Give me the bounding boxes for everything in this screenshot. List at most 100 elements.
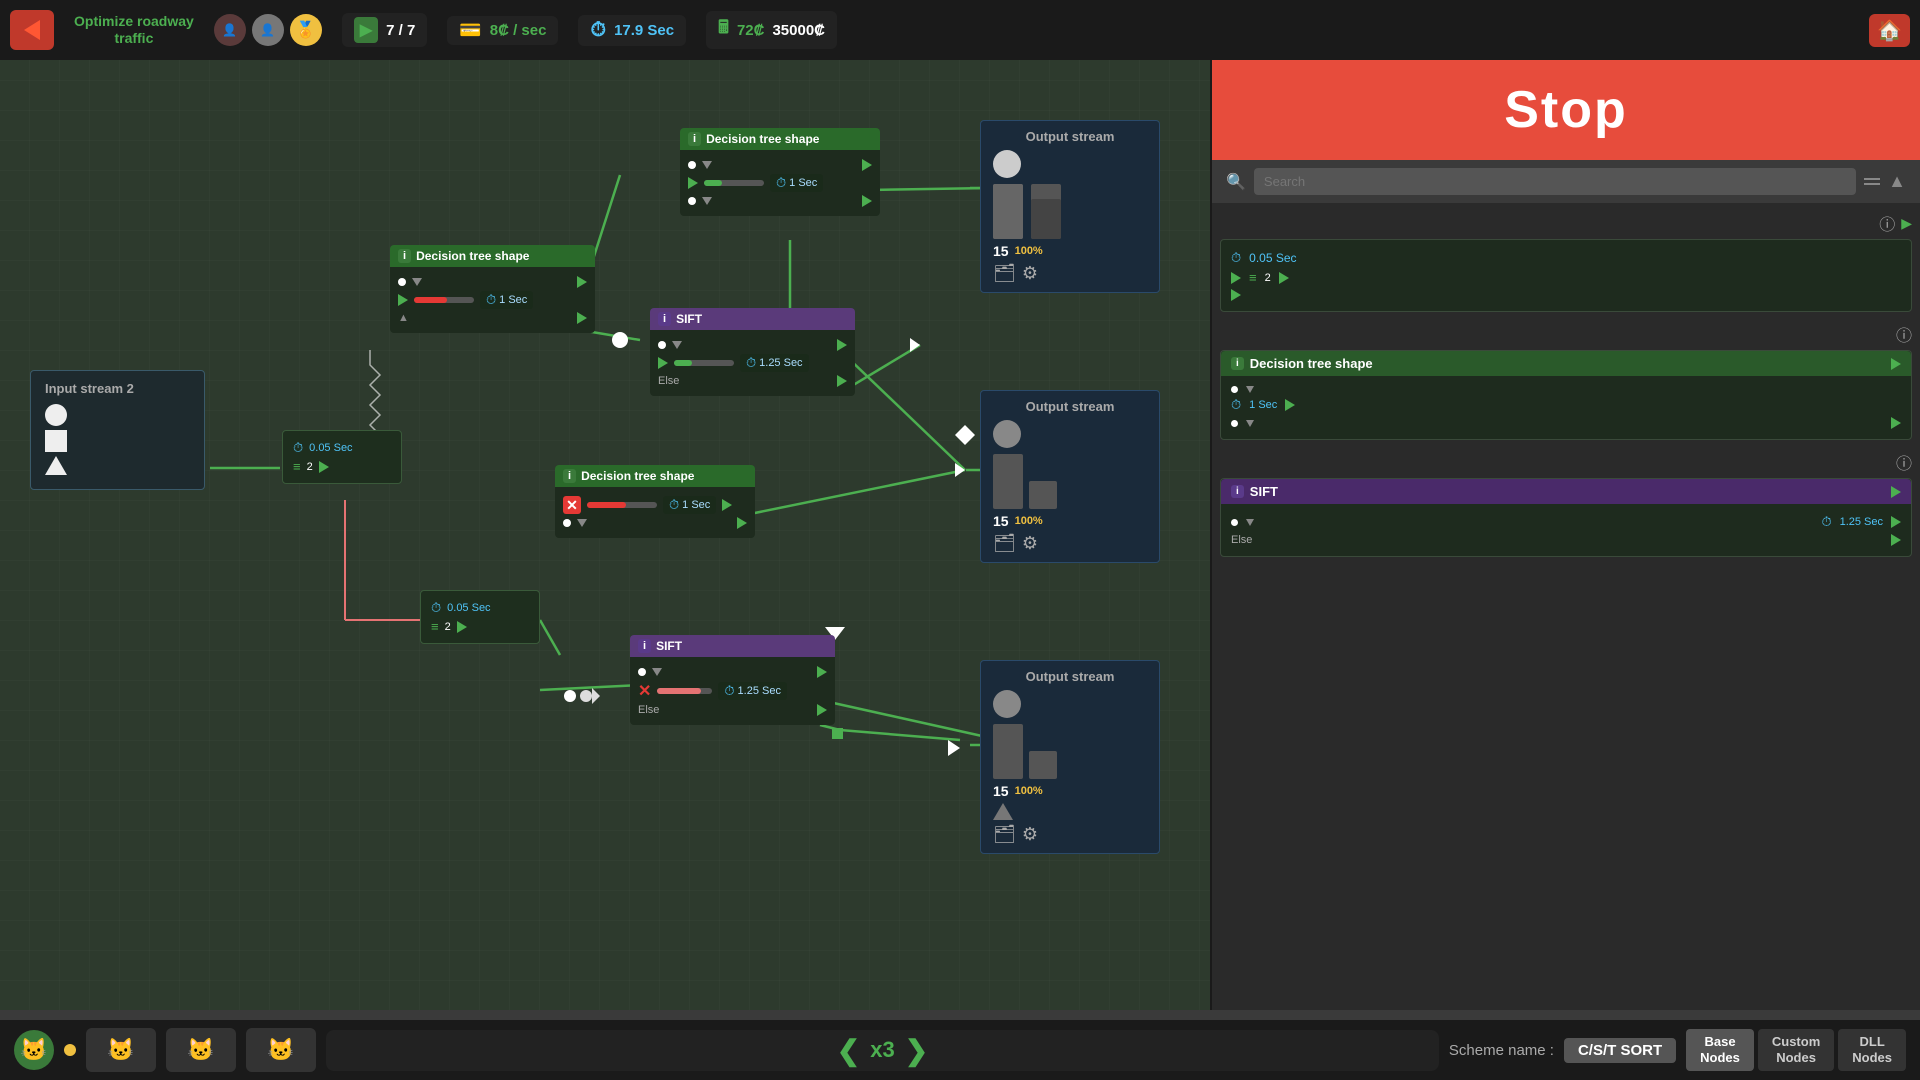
cat-btn-1[interactable]: 🐱 xyxy=(86,1028,156,1072)
panel-card-proc: ⏱ 0.05 Sec ≡ 2 xyxy=(1220,239,1912,312)
timer-icon: ⏱ xyxy=(590,19,606,42)
dt-bot-tri xyxy=(577,519,587,527)
decision-tree-bot[interactable]: i Decision tree shape ✕ ⏱ 1 Sec xyxy=(555,465,755,538)
panel-info-3[interactable]: ⓘ xyxy=(1896,450,1912,474)
out3-label: Output stream xyxy=(993,669,1147,684)
decision-tree-mid[interactable]: i Decision tree shape ⏱ 1 Sec ▲ xyxy=(390,245,595,333)
sift-mid-timer: ⏱ 1.25 Sec xyxy=(740,354,809,372)
sift-bot-else-out xyxy=(817,704,827,716)
dt-bot-timer: ⏱ 1 Sec xyxy=(663,496,716,514)
sift-mid-else: Else xyxy=(658,375,679,387)
timer-stat: ⏱ 17.9 Sec xyxy=(578,15,686,46)
tab-custom-nodes[interactable]: CustomNodes xyxy=(1758,1029,1834,1070)
dt-mid-label: Decision tree shape xyxy=(416,249,529,263)
pc3-out2 xyxy=(1891,516,1901,528)
tab-dll-nodes[interactable]: DLLNodes xyxy=(1838,1029,1906,1070)
proc1-time: 0.05 Sec xyxy=(309,442,352,454)
sift-bot-badge: i xyxy=(638,639,651,653)
pc1-lines-icon: ≡ xyxy=(1249,270,1257,285)
cat-btn-2[interactable]: 🐱 xyxy=(166,1028,236,1072)
top-right-button[interactable]: 🏠 xyxy=(1869,14,1910,47)
sift-mid-dot1 xyxy=(658,341,666,349)
panel-toggle[interactable] xyxy=(1864,178,1880,185)
out2-pct: 100% xyxy=(1015,515,1043,527)
proc2-time: 0.05 Sec xyxy=(447,602,490,614)
cat-main-icon[interactable]: 🐱 xyxy=(14,1030,54,1070)
out3-icons: 🗂 ⚙ xyxy=(993,824,1147,845)
dt-bot-label: Decision tree shape xyxy=(581,469,694,483)
task-title: Optimize roadway traffic xyxy=(74,13,194,47)
out1-pct: 100% xyxy=(1015,245,1043,257)
output-stream-3: Output stream 15 100% 🗂 ⚙ xyxy=(980,660,1160,854)
topbar: Optimize roadway traffic 👤 👤 🏅 ▶ 7 / 7 💳… xyxy=(0,0,1920,60)
main-canvas: Input stream 2 ⏱ 0.05 Sec ≡ 2 i Decision… xyxy=(0,60,1210,1010)
sift-mid-else-out xyxy=(837,375,847,387)
proc2-lines-icon: ≡ xyxy=(431,619,439,634)
score-stat: 🖩 72₡ 35000₡ xyxy=(706,11,837,49)
dt-mid-out3 xyxy=(577,312,587,324)
panel-card-decision: i Decision tree shape ⏱ 1 Sec xyxy=(1220,350,1912,440)
panel-info-2[interactable]: ⓘ xyxy=(1896,322,1912,346)
tab-base-nodes[interactable]: BaseNodes xyxy=(1686,1029,1754,1070)
stop-button[interactable]: Stop xyxy=(1212,60,1920,160)
dt-bot-slider[interactable] xyxy=(587,502,657,508)
cat-btn-3[interactable]: 🐱 xyxy=(246,1028,316,1072)
pc2-timer-icon: ⏱ xyxy=(1231,397,1241,413)
proc2-timer-icon: ⏱ xyxy=(431,600,441,616)
sift-bot-label: SIFT xyxy=(656,639,682,653)
pc3-time: 1.25 Sec xyxy=(1840,516,1883,528)
back-button[interactable] xyxy=(10,10,54,50)
decision-tree-top[interactable]: i Decision tree shape ⏱ 1 Sec xyxy=(680,128,880,216)
sift-mid-slider[interactable] xyxy=(674,360,734,366)
proc2-count: 2 xyxy=(445,621,451,633)
out3-pct: 100% xyxy=(1015,785,1043,797)
score2: 35000₡ xyxy=(772,22,825,39)
timer-value: 17.9 Sec xyxy=(614,22,674,39)
shape-square xyxy=(45,430,67,452)
status-dot xyxy=(64,1044,76,1056)
panel-info-1[interactable]: ⓘ xyxy=(1879,211,1895,235)
scheme-block: Scheme name : C/S/T SORT xyxy=(1449,1038,1676,1063)
scheme-label: Scheme name : xyxy=(1449,1042,1554,1059)
sift-mid-out2 xyxy=(658,357,668,369)
process-node-2[interactable]: ⏱ 0.05 Sec ≡ 2 xyxy=(420,590,540,644)
pc2-tri1 xyxy=(1246,386,1254,393)
search-input[interactable] xyxy=(1254,168,1856,195)
process-node-1[interactable]: ⏱ 0.05 Sec ≡ 2 xyxy=(282,430,402,484)
sift-bot[interactable]: i SIFT ✕ ⏱ 1.25 Sec Else xyxy=(630,635,835,725)
out1-label: Output stream xyxy=(993,129,1147,144)
sift-mid[interactable]: i SIFT ⏱ 1.25 Sec Else xyxy=(650,308,855,396)
proc2-right-arrow xyxy=(457,621,467,633)
pc3-else-out xyxy=(1891,534,1901,546)
proc1-lines-icon: ≡ xyxy=(293,459,301,474)
sift-bot-slider[interactable] xyxy=(657,688,712,694)
mult-right-arrow[interactable]: ❯ xyxy=(905,1034,928,1067)
dt-top-tri xyxy=(702,161,712,169)
shape-circle xyxy=(45,404,67,426)
mult-left-arrow[interactable]: ❮ xyxy=(837,1034,860,1067)
progress-value: 7 / 7 xyxy=(386,22,415,39)
out1-icons: 🗂 ⚙ xyxy=(993,263,1147,284)
dt-top-badge: i xyxy=(688,132,701,146)
pc2-label: Decision tree shape xyxy=(1250,356,1373,371)
out2-num: 15 xyxy=(993,513,1009,529)
out2-circle xyxy=(993,420,1021,448)
pc3-tri1 xyxy=(1246,519,1254,526)
output-stream-2: Output stream 15 100% 🗂 ⚙ xyxy=(980,390,1160,563)
dt-mid-timer: ⏱ 1 Sec xyxy=(480,291,533,309)
dt-bot-out2 xyxy=(737,517,747,529)
pc2-dot1 xyxy=(1231,386,1238,393)
pc1-time: 0.05 Sec xyxy=(1249,251,1296,265)
panel-scroll-area[interactable]: ⓘ ▶ ⏱ 0.05 Sec ≡ 2 ⓘ xyxy=(1212,203,1920,1010)
search-bar: 🔍 ▲ xyxy=(1212,160,1920,203)
score1: 72₡ xyxy=(737,22,765,39)
scheme-name[interactable]: C/S/T SORT xyxy=(1564,1038,1676,1063)
pc3-out xyxy=(1891,486,1901,498)
dt-top-tri2 xyxy=(702,197,712,205)
dt-mid-slider[interactable] xyxy=(414,297,474,303)
output-stream-1: Output stream 15 100% 🗂 ⚙ xyxy=(980,120,1160,293)
pc1-count: 2 xyxy=(1265,272,1271,284)
pc3-timer-icon: ⏱ xyxy=(1821,514,1831,530)
dt-top-slider[interactable] xyxy=(704,180,764,186)
panel-collapse[interactable]: ▲ xyxy=(1888,171,1906,192)
